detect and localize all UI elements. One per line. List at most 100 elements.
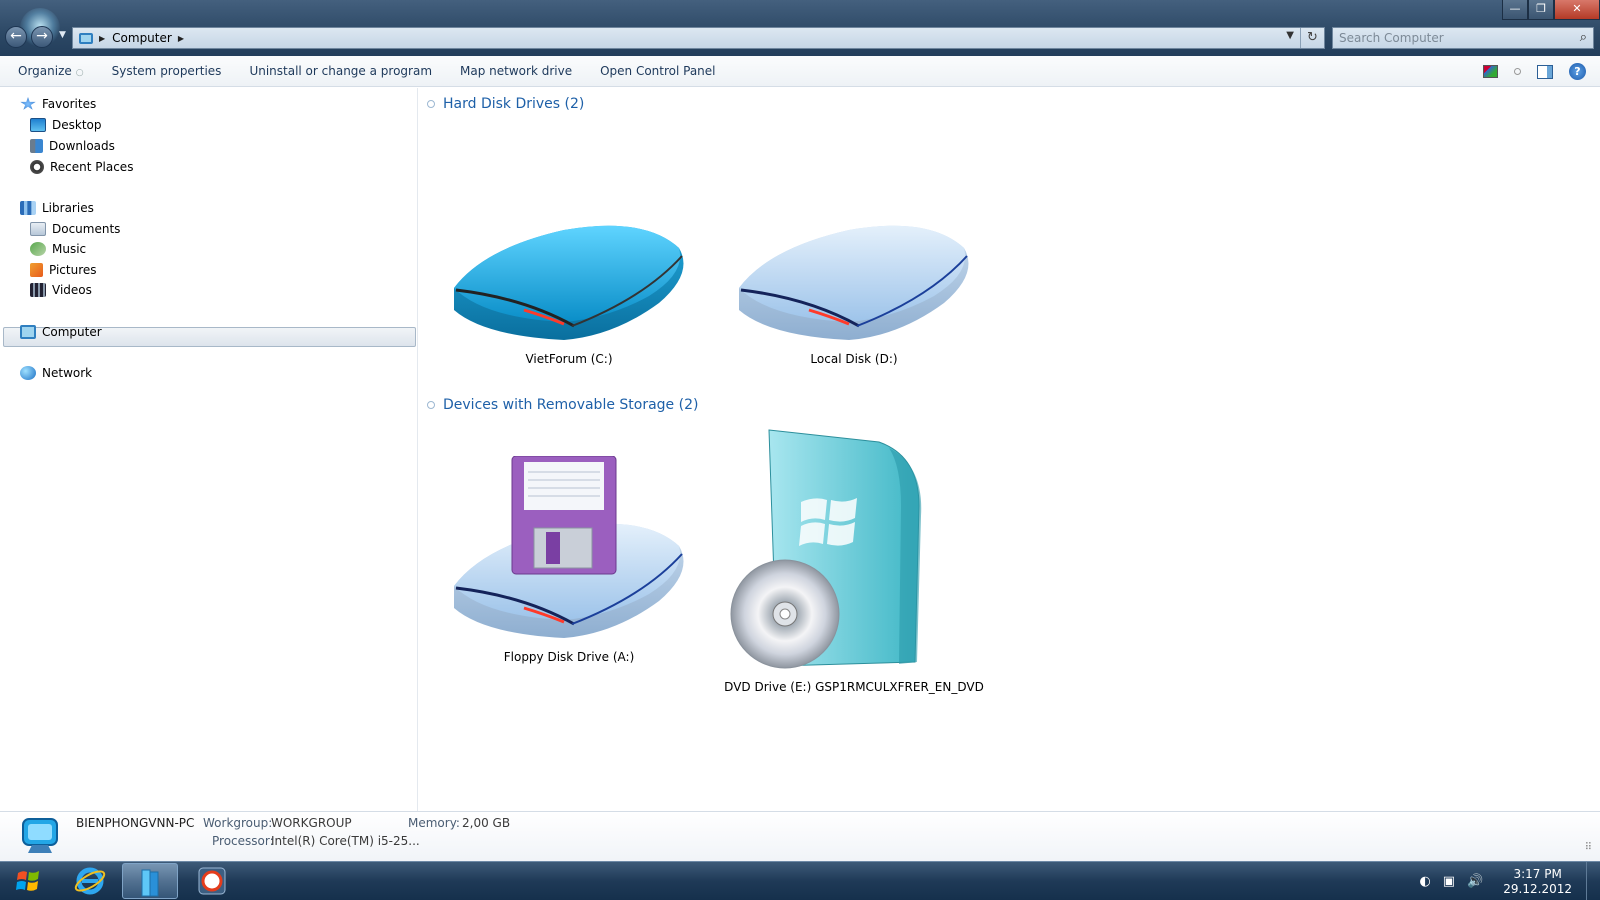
hard-drive-icon	[739, 225, 969, 340]
nav-network-label: Network	[42, 366, 93, 380]
nav-desktop-label: Desktop	[52, 118, 102, 132]
nav-computer[interactable]: Computer	[20, 325, 102, 339]
search-icon[interactable]: ⌕	[1580, 30, 1587, 45]
show-desktop-button[interactable]	[1586, 862, 1600, 900]
taskbar-internet-explorer[interactable]	[62, 863, 118, 899]
map-network-drive-button[interactable]: Map network drive	[460, 64, 572, 78]
clock-time: 3:17 PM	[1513, 866, 1562, 881]
collapse-icon[interactable]	[427, 100, 435, 108]
nav-documents[interactable]: Documents	[30, 222, 120, 236]
drive-a[interactable]: Floppy Disk Drive (A:)	[439, 456, 699, 664]
videos-icon	[30, 283, 46, 297]
workgroup-value: WORKGROUP	[271, 816, 352, 830]
processor-label: Processor:	[212, 834, 274, 848]
taskbar-media-app[interactable]	[184, 863, 240, 899]
nav-videos-label: Videos	[52, 283, 92, 297]
libraries-icon	[20, 201, 36, 215]
organize-button[interactable]: Organize ○	[18, 64, 84, 78]
toolbar-right: ?	[1483, 63, 1586, 80]
search-input[interactable]: Search Computer	[1339, 31, 1444, 45]
workgroup-label: Workgroup:	[203, 816, 273, 830]
help-icon[interactable]: ?	[1569, 63, 1586, 80]
drive-c[interactable]: VietForum (C:)	[439, 218, 699, 366]
content-area: Hard Disk Drives (2) VietForum (C:) Loca…	[419, 88, 1600, 811]
pc-name: BIENPHONGVNN-PC	[76, 816, 195, 830]
drive-label: Local Disk (D:)	[810, 352, 898, 366]
chevron-right-icon[interactable]: ▶	[99, 34, 105, 43]
collapse-icon[interactable]	[427, 401, 435, 409]
command-toolbar: Organize ○ System properties Uninstall or…	[0, 56, 1600, 87]
refresh-icon[interactable]: ↻	[1300, 28, 1324, 48]
minimize-button[interactable]: —	[1502, 0, 1528, 20]
recent-pages-dropdown-icon[interactable]: ▼	[59, 30, 66, 40]
system-tray: ◐ ▣ 🔊 3:17 PM 29.12.2012	[1413, 862, 1600, 900]
memory-label: Memory:	[408, 816, 460, 830]
drive-d[interactable]: Local Disk (D:)	[724, 218, 984, 366]
nav-favorites[interactable]: Favorites	[20, 97, 96, 111]
nav-recent-places[interactable]: Recent Places	[30, 160, 133, 174]
organize-label: Organize	[18, 64, 72, 78]
clock[interactable]: 3:17 PM 29.12.2012	[1503, 867, 1572, 897]
system-properties-button[interactable]: System properties	[112, 64, 222, 78]
back-arrow-icon[interactable]: ←	[5, 26, 27, 48]
nav-desktop[interactable]: Desktop	[30, 118, 102, 132]
nav-downloads[interactable]: Downloads	[30, 139, 115, 153]
documents-icon	[30, 222, 46, 236]
change-view-icon[interactable]	[1483, 65, 1498, 78]
processor-value: Intel(R) Core(TM) i5-25...	[271, 834, 420, 848]
uninstall-program-button[interactable]: Uninstall or change a program	[249, 64, 432, 78]
volume-icon[interactable]: 🔊	[1467, 874, 1483, 889]
explorer-folder-icon	[141, 869, 159, 897]
title-bar: ← → ▼ — ❐ ✕ ▶ Computer ▶ ▼ ↻ Search Comp…	[0, 0, 1600, 56]
details-pane: BIENPHONGVNN-PC Workgroup: WORKGROUP Mem…	[0, 811, 1600, 861]
drive-e[interactable]: DVD Drive (E:) GSP1RMCULXFRER_EN_DVD	[724, 426, 984, 694]
close-button[interactable]: ✕	[1554, 0, 1600, 20]
taskbar-windows-explorer[interactable]	[122, 863, 178, 899]
star-icon	[20, 97, 36, 110]
search-box[interactable]: Search Computer ⌕	[1332, 27, 1594, 49]
drive-label: DVD Drive (E:) GSP1RMCULXFRER_EN_DVD	[724, 680, 984, 694]
group-header-hard-disk-drives[interactable]: Hard Disk Drives (2)	[427, 96, 584, 112]
dropdown-icon: ○	[75, 68, 84, 78]
downloads-icon	[30, 139, 43, 153]
windows-logo-icon	[16, 871, 39, 891]
chevron-right-icon[interactable]: ▶	[178, 34, 184, 43]
computer-icon	[20, 325, 36, 339]
pictures-icon	[30, 263, 43, 277]
music-icon	[30, 242, 46, 256]
view-options-icon[interactable]	[1514, 68, 1521, 75]
media-player-icon	[198, 867, 226, 895]
preview-pane-icon[interactable]	[1537, 64, 1553, 79]
resize-grip-icon[interactable]: ⠿	[1585, 842, 1592, 853]
hard-drive-icon	[454, 225, 684, 340]
nav-documents-label: Documents	[52, 222, 121, 236]
floppy-drive-icon	[454, 456, 684, 638]
nav-computer-label: Computer	[42, 325, 102, 339]
nav-music-label: Music	[52, 242, 87, 256]
nav-pictures-label: Pictures	[49, 263, 97, 277]
group-title: Devices with Removable Storage (2)	[443, 397, 699, 413]
recent-places-icon	[30, 160, 44, 174]
address-bar[interactable]: ▶ Computer ▶ ▼ ↻	[72, 27, 1325, 49]
breadcrumb-computer[interactable]: Computer	[112, 31, 172, 45]
nav-recent-places-label: Recent Places	[50, 160, 134, 174]
group-header-removable-storage[interactable]: Devices with Removable Storage (2)	[427, 397, 698, 413]
chevron-down-icon[interactable]: ▼	[1286, 30, 1294, 41]
nav-network[interactable]: Network	[20, 366, 92, 380]
nav-videos[interactable]: Videos	[30, 283, 92, 297]
forward-arrow-icon[interactable]: →	[31, 26, 53, 48]
start-button[interactable]	[0, 863, 56, 899]
network-icon	[20, 366, 36, 380]
toggle-switch-icon[interactable]: ◐	[1419, 874, 1430, 889]
computer-icon	[79, 32, 93, 44]
network-status-icon[interactable]: ▣	[1443, 874, 1455, 889]
dvd-drive-icon	[730, 429, 922, 669]
drive-label: Floppy Disk Drive (A:)	[503, 650, 635, 664]
open-control-panel-button[interactable]: Open Control Panel	[600, 64, 715, 78]
restore-button[interactable]: ❐	[1528, 0, 1554, 20]
nav-pictures[interactable]: Pictures	[30, 263, 97, 277]
nav-music[interactable]: Music	[30, 242, 86, 256]
nav-libraries[interactable]: Libraries	[20, 201, 94, 215]
nav-downloads-label: Downloads	[49, 139, 115, 153]
nav-libraries-label: Libraries	[42, 201, 94, 215]
